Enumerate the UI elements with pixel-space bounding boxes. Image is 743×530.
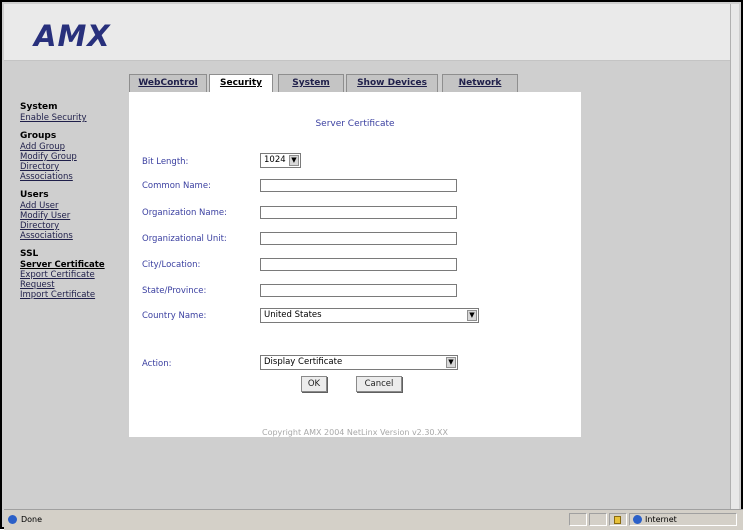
lock-icon [614,516,621,524]
sidebar-item-add-group[interactable]: Add Group [20,142,130,152]
sidebar-item-user-directory[interactable]: Directory [20,221,130,231]
tab-webcontrol[interactable]: WebControl [129,74,207,92]
status-text: Done [21,515,43,524]
status-cell [609,513,627,526]
common-name-label: Common Name: [142,181,211,191]
chevron-down-icon: ▼ [289,155,299,166]
sidebar-item-user-associations[interactable]: Associations [20,231,130,241]
server-certificate-panel: Server Certificate Bit Length: 1024 ▼ Co… [129,92,581,437]
bit-length-select[interactable]: 1024 ▼ [260,153,301,168]
city-location-label: City/Location: [142,260,201,270]
tab-network[interactable]: Network [442,74,518,92]
country-name-select[interactable]: United States ▼ [260,308,479,323]
organization-name-input[interactable] [260,206,457,219]
sidebar-group-title: Users [20,190,49,200]
security-zone-cell: Internet [629,513,737,526]
sidebar-item-modify-user[interactable]: Modify User [20,211,130,221]
bit-length-label: Bit Length: [142,157,189,167]
sidebar-group-title: System [20,102,58,112]
tab-show-devices[interactable]: Show Devices [346,74,438,92]
header-bar: AMX [4,4,733,61]
common-name-input[interactable] [260,179,457,192]
sidebar-group-groups: Groups Add Group Modify Group Directory … [20,131,130,182]
sidebar-item-group-directory[interactable]: Directory [20,162,130,172]
organizational-unit-label: Organizational Unit: [142,234,227,244]
state-province-label: State/Province: [142,286,207,296]
sidebar-group-users: Users Add User Modify User Directory Ass… [20,190,130,241]
sidebar-group-title: SSL [20,249,39,259]
sidebar-item-import-certificate[interactable]: Import Certificate [20,290,130,300]
organizational-unit-input[interactable] [260,232,457,245]
organization-name-label: Organization Name: [142,208,227,218]
tab-security[interactable]: Security [209,74,273,93]
ok-button[interactable]: OK [301,376,327,392]
city-location-input[interactable] [260,258,457,271]
state-province-input[interactable] [260,284,457,297]
sidebar: System Enable Security Groups Add Group … [20,102,130,308]
bit-length-value: 1024 [264,155,286,165]
amx-logo: AMX [34,19,111,53]
sidebar-item-modify-group[interactable]: Modify Group [20,152,130,162]
browser-frame: AMX System Enable Security Groups Add Gr… [0,0,743,530]
status-cell [589,513,607,526]
sidebar-item-export-certificate[interactable]: Export Certificate [20,270,130,280]
page-icon [8,515,17,524]
sidebar-item-group-associations[interactable]: Associations [20,172,130,182]
sidebar-group-ssl: SSL Server Certificate Export Certificat… [20,249,130,300]
sidebar-item-server-certificate[interactable]: Server Certificate [20,260,130,270]
copyright-text: Copyright AMX 2004 NetLinx Version v2.30… [261,428,448,437]
panel-title: Server Certificate [315,119,395,129]
cancel-button[interactable]: Cancel [356,376,402,392]
globe-icon [633,515,642,524]
sidebar-item-request[interactable]: Request [20,280,130,290]
tab-system[interactable]: System [278,74,344,92]
chevron-down-icon: ▼ [446,357,456,368]
status-cell [569,513,587,526]
vertical-scrollbar[interactable] [730,4,739,509]
action-label: Action: [142,359,172,369]
sidebar-group-system: System Enable Security [20,102,130,123]
sidebar-group-title: Groups [20,131,57,141]
action-select[interactable]: Display Certificate ▼ [260,355,458,370]
sidebar-item-add-user[interactable]: Add User [20,201,130,211]
status-bar: Done Internet [4,509,743,530]
sidebar-item-enable-security[interactable]: Enable Security [20,113,130,123]
zone-text: Internet [645,515,677,524]
country-name-label: Country Name: [142,311,207,321]
chevron-down-icon: ▼ [467,310,477,321]
action-value: Display Certificate [264,357,343,367]
country-name-value: United States [264,310,322,320]
